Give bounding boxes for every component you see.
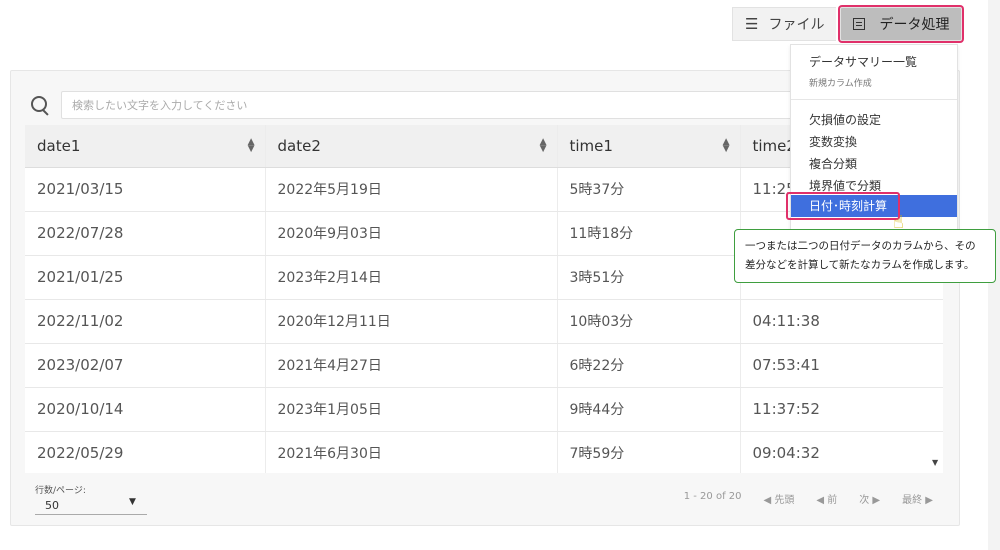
tooltip-line: 差分などを計算して新たなカラムを作成します。 (745, 259, 975, 271)
pagination: 1 - 20 of 20 ◀ 先頭 ◀ 前 次 ▶ 最終 ▶ (684, 491, 933, 506)
last-page-button[interactable]: 最終 ▶ (902, 491, 933, 506)
rows-per-page-select[interactable]: 50 (45, 499, 59, 512)
select-underline (35, 514, 147, 515)
table-cell: 2021/01/25 (25, 255, 265, 300)
highlight-outline (786, 192, 900, 220)
table-cell: 2022/07/28 (25, 211, 265, 256)
table-cell: 10時03分 (556, 299, 740, 344)
table-cell: 2022/11/02 (25, 299, 265, 344)
table-row[interactable]: 2020/10/14 2023年1月05日 9時44分 11:37:52 (25, 387, 943, 432)
file-menu-label: ファイル (768, 17, 825, 33)
table-icon (853, 18, 866, 30)
caret-down-icon[interactable]: ▼ (129, 497, 136, 507)
top-toolbar: ☰ ファイル データ処理 (732, 6, 963, 42)
table-cell: 2021年4月27日 (264, 343, 557, 388)
sort-icon[interactable]: ▲ ▼ (248, 138, 255, 154)
menu-item-data-summary[interactable]: データサマリー一覧 (809, 53, 917, 70)
file-menu-button[interactable]: ☰ ファイル (732, 7, 837, 41)
rows-per-page-label: 行数/ページ: (35, 486, 86, 496)
menu-divider (791, 99, 957, 100)
search-icon (31, 96, 49, 114)
menu-item-missing-values[interactable]: 欠損値の設定 (809, 111, 881, 128)
table-row[interactable]: 2023/02/07 2021年4月27日 6時22分 07:53:41 (25, 343, 943, 388)
menu-tooltip: 一つまたは二つの日付データのカラムから、その 差分などを計算して新たなカラムを作… (734, 229, 996, 283)
table-cell: 2022年5月19日 (264, 167, 557, 212)
column-header-time1[interactable]: time1 ▲ ▼ (556, 125, 740, 168)
menu-item-variable-transform[interactable]: 変数変換 (809, 133, 857, 150)
page-range: 1 - 20 of 20 (683, 491, 742, 502)
table-cell: 2020年9月03日 (264, 211, 557, 256)
table-cell: 3時51分 (556, 255, 740, 300)
table-row[interactable]: 2022/05/29 2021年6月30日 7時59分 09:04:32 (25, 431, 943, 473)
table-cell: 2020/10/14 (25, 387, 265, 432)
table-cell: 6時22分 (556, 343, 740, 388)
first-page-button[interactable]: ◀ 先頭 (764, 491, 795, 506)
table-cell: 5時37分 (556, 167, 740, 212)
prev-page-button[interactable]: ◀ 前 (816, 491, 837, 506)
menu-icon: ☰ (745, 15, 759, 33)
column-header-date2[interactable]: date2 ▲ ▼ (264, 125, 557, 168)
table-cell: 11時18分 (556, 211, 740, 256)
table-cell: 04:11:38 (739, 299, 943, 344)
next-page-button[interactable]: 次 ▶ (859, 491, 880, 506)
table-cell: 2021年6月30日 (264, 431, 557, 473)
search-bar (31, 91, 921, 119)
sort-icon[interactable]: ▲ ▼ (540, 138, 547, 154)
sort-icon[interactable]: ▲ ▼ (723, 138, 730, 154)
tooltip-line: 一つまたは二つの日付データのカラムから、その (745, 240, 976, 252)
table-cell: 2023年1月05日 (264, 387, 557, 432)
table-cell: 2023/02/07 (25, 343, 265, 388)
table-cell: 07:53:41 (739, 343, 943, 388)
data-processing-label: データ処理 (879, 17, 950, 33)
table-row[interactable]: 2022/11/02 2020年12月11日 10時03分 04:11:38 (25, 299, 943, 344)
table-cell: 2023年2月14日 (264, 255, 557, 300)
column-header-date1[interactable]: date1 ▲ ▼ (25, 125, 265, 168)
table-cell: 09:04:32 (739, 431, 943, 473)
table-cell: 11:37:52 (739, 387, 943, 432)
table-footer: 行数/ページ: 50 ▼ 1 - 20 of 20 ◀ 先頭 ◀ 前 次 ▶ 最… (25, 473, 943, 515)
table-cell: 2022/05/29 (25, 431, 265, 473)
table-cell: 2020年12月11日 (264, 299, 557, 344)
menu-item-composite-classification[interactable]: 複合分類 (809, 155, 857, 172)
scroll-down-icon[interactable]: ▼ (932, 458, 938, 467)
table-cell: 9時44分 (556, 387, 740, 432)
data-processing-button[interactable]: データ処理 (840, 7, 963, 41)
menu-item-new-column[interactable]: 新規カラム作成 (809, 76, 872, 89)
table-cell: 7時59分 (556, 431, 740, 473)
table-cell: 2021/03/15 (25, 167, 265, 212)
